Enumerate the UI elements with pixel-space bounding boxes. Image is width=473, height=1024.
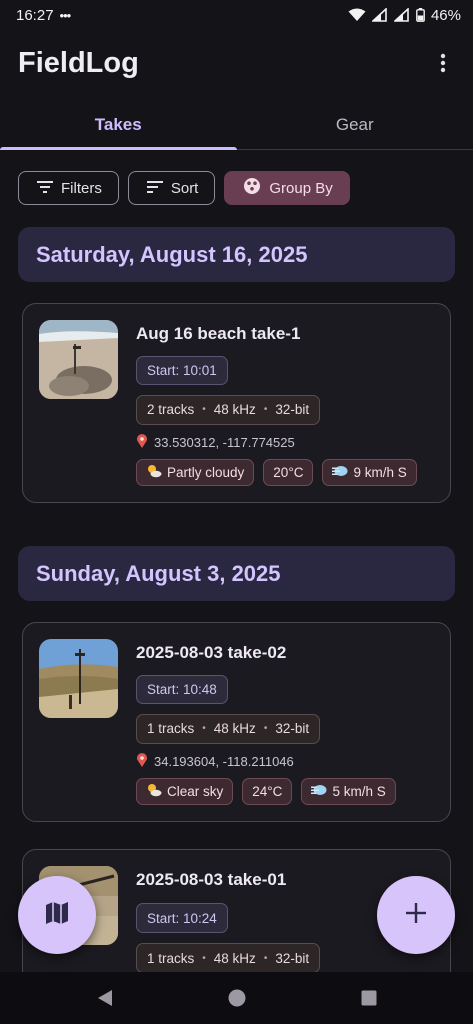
tab-gear[interactable]: Gear <box>237 100 473 149</box>
sort-icon <box>146 180 163 197</box>
sort-chip[interactable]: Sort <box>127 171 216 205</box>
system-nav-bar <box>0 972 473 1024</box>
bit-depth: 32-bit <box>275 402 310 418</box>
map-icon <box>44 900 70 931</box>
sample-rate: 48 kHz <box>213 402 256 418</box>
weather-condition: Clear sky <box>167 784 224 799</box>
date-header: Sunday, August 3, 2025 <box>18 546 455 601</box>
take-title: Aug 16 beach take-1 <box>136 324 301 343</box>
sample-rate: 48 kHz <box>213 721 256 737</box>
bit-depth: 32-bit <box>275 950 310 966</box>
sort-label: Sort <box>170 179 199 197</box>
bit-depth: 32-bit <box>275 721 310 737</box>
filters-chip[interactable]: Filters <box>18 171 119 205</box>
take-thumbnail <box>39 639 118 718</box>
start-time-badge: Start: 10:24 <box>136 903 228 933</box>
location-pin-icon <box>136 752 148 770</box>
location-pin-icon <box>136 433 148 451</box>
plus-icon <box>404 901 428 930</box>
separator-dot: • <box>263 723 268 735</box>
partly-cloudy-icon <box>146 464 162 481</box>
back-icon[interactable] <box>93 986 117 1010</box>
app-bar: FieldLog <box>0 40 473 86</box>
recents-icon[interactable] <box>357 986 381 1010</box>
audio-spec-badge: 2 tracks • 48 kHz • 32-bit <box>136 395 321 425</box>
wind-badge: 5 km/h S <box>301 778 396 805</box>
take-card-body: 2025-08-03 take-02 Start: 10:48 1 tracks… <box>136 639 434 805</box>
wind-badge: 9 km/h S <box>322 459 417 486</box>
track-count: 1 tracks <box>147 950 195 966</box>
group-by-chip[interactable]: Group By <box>224 171 350 205</box>
take-card[interactable]: Aug 16 beach take-1 Start: 10:01 2 track… <box>22 303 451 503</box>
add-take-button[interactable] <box>377 876 455 954</box>
filters-label: Filters <box>61 179 102 197</box>
wind-icon <box>332 464 348 481</box>
weather-row: Clear sky 24°C 5 km/h S <box>136 778 434 805</box>
app-title: FieldLog <box>18 46 139 79</box>
take-card[interactable]: 2025-08-03 take-02 Start: 10:48 1 tracks… <box>22 622 451 822</box>
temperature-badge: 20°C <box>263 459 314 486</box>
location-row: 34.193604, -118.211046 <box>136 752 434 770</box>
status-left: 16:27 ••• <box>16 6 72 24</box>
clear-sky-icon <box>146 783 162 800</box>
audio-spec-badge: 1 tracks • 48 kHz • 32-bit <box>136 943 321 973</box>
wind-icon <box>311 783 327 800</box>
more-vert-icon[interactable] <box>431 48 455 78</box>
take-title: 2025-08-03 take-02 <box>136 643 287 662</box>
take-thumbnail <box>39 320 118 399</box>
audio-spec-badge: 1 tracks • 48 kHz • 32-bit <box>136 714 321 744</box>
track-count: 1 tracks <box>147 721 195 737</box>
wind-speed: 9 km/h S <box>353 465 407 480</box>
wifi-icon <box>348 8 366 22</box>
separator-dot: • <box>263 952 268 964</box>
group-by-label: Group By <box>269 179 333 197</box>
filter-list-icon <box>37 180 53 197</box>
tab-takes[interactable]: Takes <box>0 100 237 150</box>
battery-icon <box>416 8 425 22</box>
weather-condition: Partly cloudy <box>167 465 245 480</box>
start-time-badge: Start: 10:01 <box>136 356 228 386</box>
location-row: 33.530312, -117.774525 <box>136 433 434 451</box>
battery-percent: 46% <box>430 6 461 24</box>
signal-icon <box>371 8 388 22</box>
separator-dot: • <box>202 404 206 416</box>
temperature-badge: 24°C <box>242 778 293 805</box>
separator-dot: • <box>263 404 268 416</box>
track-count: 2 tracks <box>147 402 195 418</box>
separator-dot: • <box>202 723 206 735</box>
wind-speed: 5 km/h S <box>332 784 386 799</box>
home-icon[interactable] <box>225 986 249 1010</box>
start-time-badge: Start: 10:48 <box>136 675 228 705</box>
weather-badge: Partly cloudy <box>136 459 255 486</box>
weather-row: Partly cloudy 20°C 9 km/h S <box>136 459 434 486</box>
sample-rate: 48 kHz <box>213 950 256 966</box>
coordinates: 34.193604, -118.211046 <box>154 753 294 769</box>
separator-dot: • <box>202 952 206 964</box>
map-button[interactable] <box>18 876 96 954</box>
date-header: Saturday, August 16, 2025 <box>18 227 455 282</box>
status-time: 16:27 <box>16 6 54 24</box>
tab-bar: Takes Gear <box>0 100 473 150</box>
coordinates: 33.530312, -117.774525 <box>154 434 295 450</box>
filter-row: Filters Sort Group By <box>18 171 350 205</box>
notification-dots: ••• <box>59 7 72 23</box>
status-bar: 16:27 ••• 46% <box>0 0 473 30</box>
take-card-body: Aug 16 beach take-1 Start: 10:01 2 track… <box>136 320 434 486</box>
signal-icon-2 <box>393 8 410 22</box>
group-by-icon <box>243 177 261 199</box>
weather-badge: Clear sky <box>136 778 234 805</box>
status-right: 46% <box>348 7 461 24</box>
